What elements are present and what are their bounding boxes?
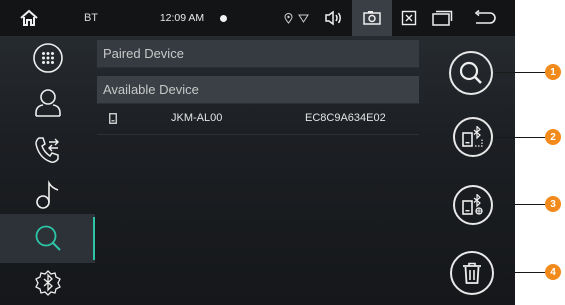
nav-call-log[interactable]: [16, 128, 80, 172]
screenshot-icon[interactable]: [352, 0, 392, 36]
connect-button[interactable]: [453, 117, 493, 157]
bluetooth-settings-icon: [35, 270, 61, 296]
callout-2: 2: [545, 129, 561, 145]
callout-3: 3: [545, 196, 561, 212]
nav-contacts[interactable]: [16, 80, 80, 124]
callout-line-4: [497, 272, 545, 273]
disconnect-button[interactable]: [453, 185, 493, 225]
music-icon: [36, 180, 59, 209]
search-icon: [459, 61, 482, 84]
callout-line-2: [495, 137, 545, 138]
call-log-icon: [35, 137, 59, 163]
nav-music[interactable]: [16, 173, 80, 217]
paired-device-header[interactable]: Paired Device: [97, 40, 419, 68]
search-device-button[interactable]: [449, 51, 493, 95]
left-nav: [0, 36, 95, 305]
trash-icon: [463, 262, 481, 284]
car-bluetooth-screen: BT 12:09 AM Paired Device Available Devi…: [0, 0, 515, 305]
callout-line-3: [495, 204, 545, 205]
volume-icon[interactable]: [322, 0, 346, 36]
phone-icon: [109, 113, 117, 127]
status-bar: BT 12:09 AM: [0, 0, 515, 36]
nav-search[interactable]: [16, 216, 80, 260]
clock: 12:09 AM: [159, 12, 205, 24]
available-device-header[interactable]: Available Device: [97, 76, 419, 104]
phone-bluetooth-disconnect-icon: [462, 194, 483, 215]
search-icon: [35, 225, 61, 251]
dialpad-icon: [33, 43, 63, 73]
device-address: EC8C9A634E02: [305, 112, 386, 124]
signal-icon: [296, 0, 310, 36]
delete-device-button[interactable]: [450, 251, 494, 295]
contact-icon: [35, 89, 61, 117]
callout-4: 4: [545, 264, 561, 280]
callout-1: 1: [545, 64, 561, 80]
location-icon: [282, 0, 294, 36]
back-icon[interactable]: [470, 0, 500, 36]
notification-dot-icon: [218, 0, 228, 36]
close-app-icon[interactable]: [398, 0, 420, 36]
phone-bluetooth-connect-icon: [462, 126, 483, 147]
recent-apps-icon[interactable]: [428, 0, 456, 36]
nav-bluetooth-settings[interactable]: [16, 261, 80, 305]
bt-status-label: BT: [83, 12, 99, 24]
device-name: JKM-AL00: [171, 112, 223, 124]
device-row[interactable]: JKM-AL00 EC8C9A634E02: [97, 104, 419, 135]
callout-line-1: [495, 72, 545, 73]
device-list: Paired Device Available Device JKM-AL00 …: [97, 40, 419, 135]
home-icon[interactable]: [14, 0, 44, 36]
nav-dialpad[interactable]: [16, 36, 80, 80]
